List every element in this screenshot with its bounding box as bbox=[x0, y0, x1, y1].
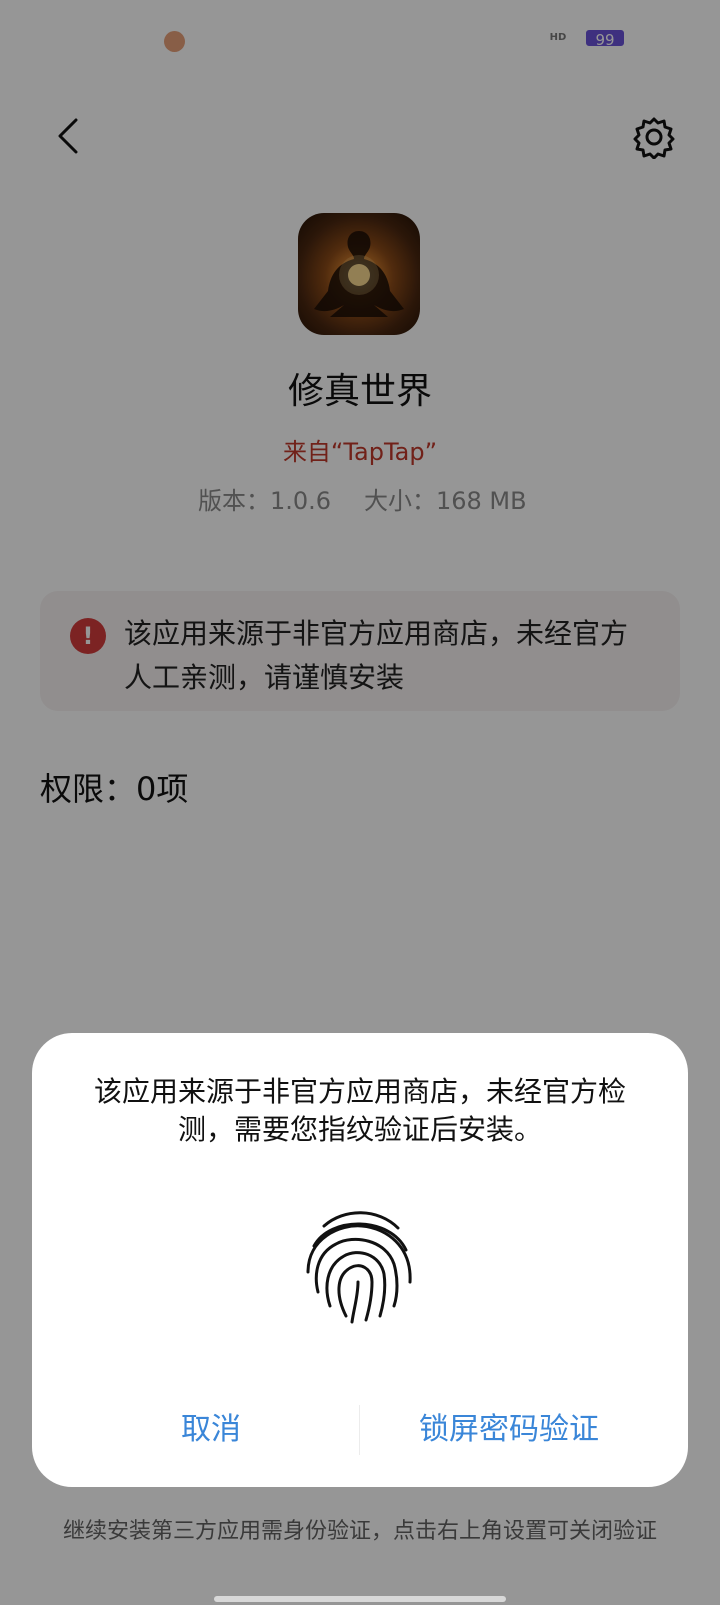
lock-password-button[interactable]: 锁屏密码验证 bbox=[394, 1400, 624, 1460]
fingerprint-icon[interactable] bbox=[300, 1202, 420, 1324]
cancel-button[interactable]: 取消 bbox=[136, 1400, 286, 1460]
dialog-message: 该应用来源于非官方应用商店，未经官方检测，需要您指纹验证后安装。 bbox=[93, 1075, 626, 1146]
footer-note: 继续安装第三方应用需身份验证，点击右上角设置可关闭验证 bbox=[62, 1519, 657, 1544]
home-indicator[interactable] bbox=[214, 1596, 506, 1602]
button-divider bbox=[359, 1405, 360, 1455]
